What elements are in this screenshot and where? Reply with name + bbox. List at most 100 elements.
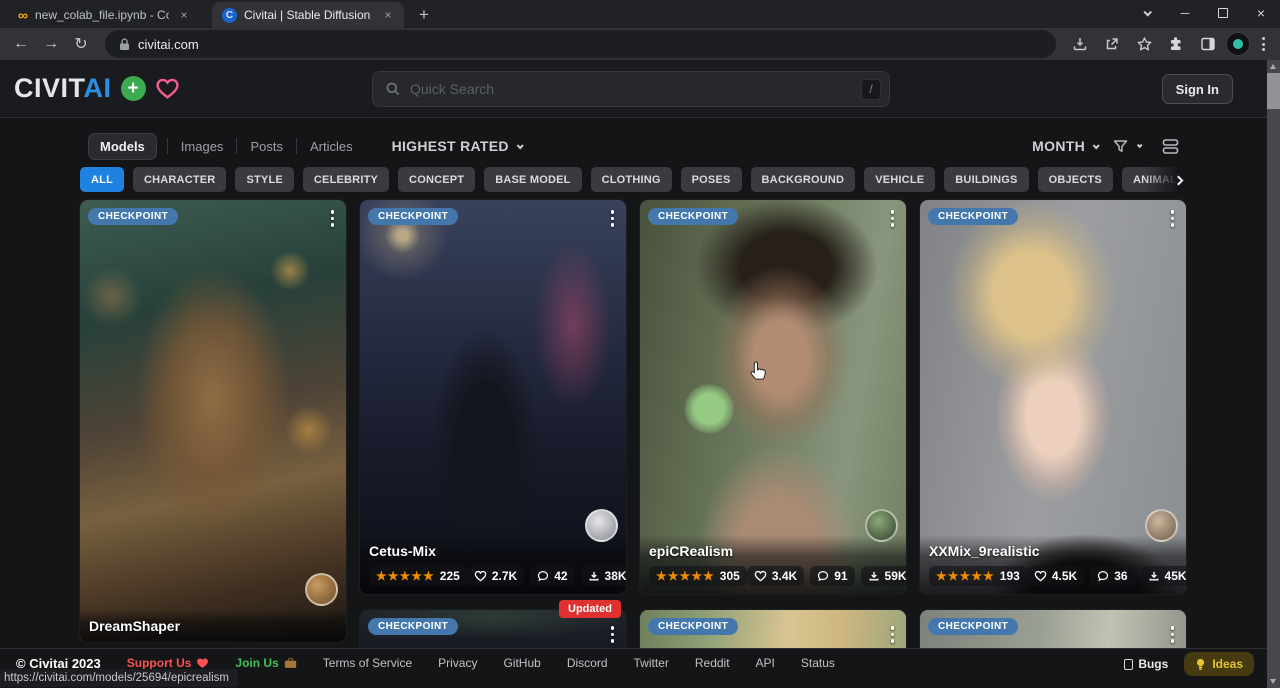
chip-base-model[interactable]: BASE MODEL — [484, 167, 581, 192]
window-minimize-button[interactable]: ─ — [1166, 0, 1204, 26]
chip-character[interactable]: CHARACTER — [133, 167, 226, 192]
ideas-button[interactable]: Ideas — [1184, 652, 1254, 676]
chip-background[interactable]: BACKGROUND — [751, 167, 856, 192]
model-type-badge: CHECKPOINT — [648, 618, 738, 635]
quick-search-bar[interactable]: / — [372, 71, 890, 107]
model-type-badge: CHECKPOINT — [648, 208, 738, 225]
civitai-logo[interactable]: CIVITAI — [14, 73, 112, 104]
window-close-button[interactable]: × — [1242, 0, 1280, 26]
footer-link-twitter[interactable]: Twitter — [634, 656, 669, 670]
address-bar[interactable]: civitai.com — [105, 30, 1056, 58]
create-plus-button[interactable]: + — [121, 76, 146, 101]
scroll-down-arrow-icon[interactable] — [1270, 679, 1276, 684]
browser-tab-civitai[interactable]: C Civitai | Stable Diffusion models, × — [212, 2, 404, 28]
rating-count: 225 — [440, 569, 460, 583]
comment-icon — [1097, 570, 1109, 582]
tab-posts[interactable]: Posts — [237, 134, 296, 159]
footer-link-api[interactable]: API — [756, 656, 775, 670]
model-card-xxmix-9realistic[interactable]: CHECKPOINT XXMix_9realistic ★★★★★ 193 — [920, 200, 1186, 594]
tab-images[interactable]: Images — [168, 134, 237, 159]
card-menu-icon[interactable] — [327, 208, 339, 229]
tab-close-icon[interactable]: × — [380, 7, 396, 23]
colab-icon: ∞ — [18, 8, 28, 22]
sort-dropdown[interactable]: HIGHEST RATED — [392, 138, 522, 154]
footer-link-discord[interactable]: Discord — [567, 656, 608, 670]
footer-link-join-us[interactable]: Join Us — [235, 656, 296, 670]
lightbulb-icon — [1195, 658, 1206, 671]
footer-link-github[interactable]: GitHub — [503, 656, 540, 670]
download-page-icon[interactable] — [1066, 30, 1094, 58]
card-menu-icon[interactable] — [887, 624, 899, 645]
card-menu-icon[interactable] — [607, 208, 619, 229]
footer-link-terms[interactable]: Terms of Service — [323, 656, 412, 670]
favorites-heart-icon[interactable] — [155, 77, 180, 100]
chip-celebrity[interactable]: CELEBRITY — [303, 167, 389, 192]
comments-pill: 36 — [1090, 566, 1134, 586]
tab-close-icon[interactable]: × — [176, 7, 192, 23]
chip-clothing[interactable]: CLOTHING — [591, 167, 672, 192]
bookmark-star-icon[interactable] — [1130, 30, 1158, 58]
new-tab-button[interactable]: + — [410, 2, 438, 28]
sign-in-button[interactable]: Sign In — [1162, 74, 1233, 104]
creator-avatar[interactable] — [305, 573, 338, 606]
page-scrollbar[interactable] — [1267, 60, 1280, 688]
model-card-dreamshaper[interactable]: CHECKPOINT DreamShaper — [80, 200, 346, 642]
model-title: XXMix_9realistic — [929, 543, 1177, 559]
window-maximize-button[interactable] — [1204, 0, 1242, 26]
footer-link-support-us[interactable]: Support Us — [127, 656, 210, 670]
updated-badge: Updated — [559, 600, 621, 618]
comment-icon — [537, 570, 549, 582]
heart-icon — [754, 570, 767, 582]
model-card-cetus-mix[interactable]: CHECKPOINT Cetus-Mix ★★★★★ 225 — [360, 200, 626, 594]
search-input[interactable] — [410, 81, 852, 97]
chip-buildings[interactable]: BUILDINGS — [944, 167, 1028, 192]
back-icon[interactable]: ← — [7, 30, 35, 58]
chip-all[interactable]: ALL — [80, 167, 124, 192]
scrollbar-thumb[interactable] — [1267, 73, 1280, 109]
tab-title: new_colab_file.ipynb - Colaborat — [35, 8, 169, 22]
model-type-badge: CHECKPOINT — [928, 208, 1018, 225]
likes-pill: 2.7K — [467, 566, 524, 586]
tab-articles[interactable]: Articles — [297, 134, 366, 159]
creator-avatar[interactable] — [1145, 509, 1178, 542]
heart-icon — [1034, 570, 1047, 582]
footer-link-privacy[interactable]: Privacy — [438, 656, 477, 670]
filter-funnel-icon — [1112, 138, 1129, 155]
bugs-button[interactable]: Bugs — [1124, 657, 1168, 671]
browser-tab-strip: ∞ new_colab_file.ipynb - Colaborat × C C… — [0, 0, 1280, 28]
card-menu-icon[interactable] — [607, 624, 619, 645]
content-subnav: Models Images Posts Articles HIGHEST RAT… — [88, 132, 1180, 160]
footer-link-reddit[interactable]: Reddit — [695, 656, 730, 670]
star-icons: ★★★★★ — [376, 570, 435, 582]
period-dropdown[interactable]: MONTH — [1032, 138, 1098, 154]
comments-pill: 91 — [810, 566, 854, 586]
card-menu-icon[interactable] — [1167, 208, 1179, 229]
card-menu-icon[interactable] — [1167, 624, 1179, 645]
layout-toggle-icon[interactable] — [1161, 138, 1180, 155]
chip-style[interactable]: STYLE — [235, 167, 293, 192]
chip-poses[interactable]: POSES — [681, 167, 742, 192]
chip-concept[interactable]: CONCEPT — [398, 167, 475, 192]
browser-profile-avatar[interactable] — [1226, 32, 1250, 56]
model-card-epicrealism[interactable]: CHECKPOINT epiCRealism ★★★★★ 305 — [640, 200, 906, 594]
side-panel-icon[interactable] — [1194, 30, 1222, 58]
creator-avatar[interactable] — [865, 509, 898, 542]
browser-menu-icon[interactable] — [1254, 37, 1273, 51]
card-menu-icon[interactable] — [887, 208, 899, 229]
footer-link-status[interactable]: Status — [801, 656, 835, 670]
browser-tab-colab[interactable]: ∞ new_colab_file.ipynb - Colaborat × — [8, 2, 200, 28]
model-grid: CHECKPOINT DreamShaper CHECKPOINT Cetus-… — [80, 200, 1280, 688]
window-menu-chevron-icon[interactable] — [1128, 0, 1166, 26]
extensions-icon[interactable] — [1162, 30, 1190, 58]
chip-vehicle[interactable]: VEHICLE — [864, 167, 935, 192]
scroll-up-arrow-icon[interactable] — [1270, 64, 1276, 69]
reload-icon[interactable]: ↻ — [67, 30, 95, 58]
tab-models[interactable]: Models — [88, 133, 157, 160]
model-title: DreamShaper — [89, 618, 337, 634]
creator-avatar[interactable] — [585, 509, 618, 542]
forward-icon[interactable]: → — [37, 30, 65, 58]
chip-objects[interactable]: OBJECTS — [1038, 167, 1113, 192]
filter-dropdown[interactable] — [1112, 138, 1141, 155]
share-icon[interactable] — [1098, 30, 1126, 58]
chips-scroll-right-icon[interactable] — [1175, 171, 1182, 189]
